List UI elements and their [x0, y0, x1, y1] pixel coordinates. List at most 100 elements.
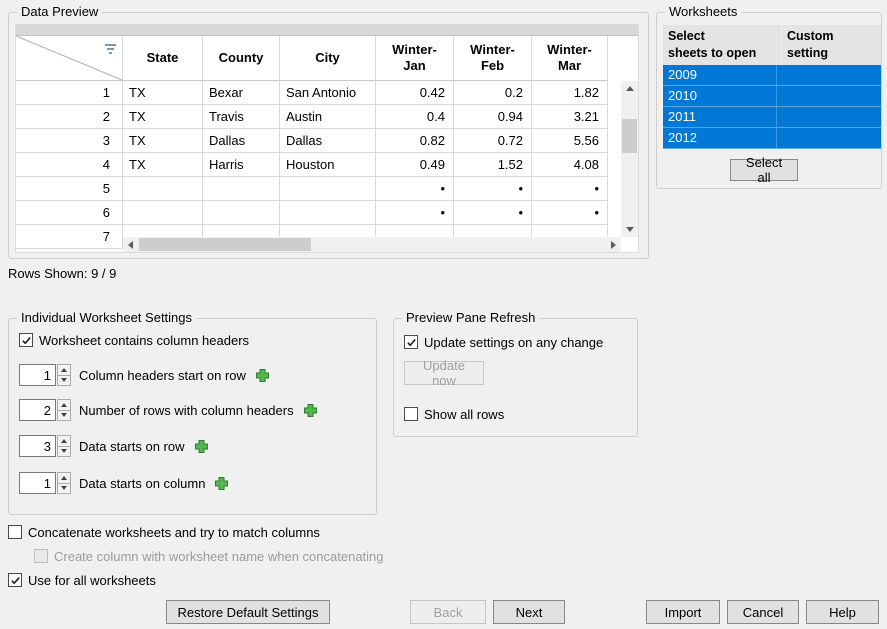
cell: 0.2 [454, 81, 532, 105]
worksheet-contains-headers-checkbox[interactable] [19, 333, 33, 347]
refresh-title: Preview Pane Refresh [402, 310, 539, 326]
column-header-winter-feb: Winter-Feb [454, 36, 532, 81]
cell: Dallas [280, 129, 376, 153]
table-row: 4 TX Harris Houston 0.49 1.52 4.08 [16, 153, 608, 177]
use-for-all-worksheets-checkbox[interactable] [8, 573, 22, 587]
cell: 3.21 [532, 105, 608, 129]
add-icon[interactable] [193, 438, 210, 455]
cell: 0.42 [376, 81, 454, 105]
table-row: 3 TX Dallas Dallas 0.82 0.72 5.56 [16, 129, 608, 153]
create-column-checkbox [34, 549, 48, 563]
worksheet-item-2012[interactable]: 2012 [663, 128, 881, 149]
cell: • [454, 201, 532, 225]
show-all-rows-label: Show all rows [424, 407, 504, 422]
table-row: 5 • • • [16, 177, 608, 201]
spinner-down-button[interactable] [57, 376, 71, 387]
cell: Travis [203, 105, 280, 129]
worksheet-item-2011[interactable]: 2011 [663, 107, 881, 128]
table-top-strip [16, 25, 638, 36]
add-icon[interactable] [302, 402, 319, 419]
add-icon[interactable] [213, 475, 230, 492]
cell: • [376, 201, 454, 225]
show-all-rows-checkbox[interactable] [404, 407, 418, 421]
column-header-winter-jan: Winter-Jan [376, 36, 454, 81]
spinner-up-button[interactable] [57, 364, 71, 376]
worksheet-label: 2011 [668, 109, 696, 124]
worksheet-contains-headers-label: Worksheet contains column headers [39, 333, 249, 348]
data-start-column-label: Data starts on column [79, 476, 205, 491]
column-header-state: State [123, 36, 203, 81]
cell: San Antonio [280, 81, 376, 105]
spinner-input[interactable] [19, 364, 56, 386]
cell [123, 201, 203, 225]
scroll-left-button[interactable] [123, 237, 138, 252]
row-number-cell: 1 [16, 81, 123, 105]
scroll-down-button[interactable] [622, 222, 637, 237]
create-column-label: Create column with worksheet name when c… [54, 549, 384, 564]
worksheet-item-2009[interactable]: 2009 [663, 65, 881, 86]
cell: 0.82 [376, 129, 454, 153]
row-number-cell: 3 [16, 129, 123, 153]
data-start-column-spinner[interactable] [19, 472, 71, 494]
cell: 0.49 [376, 153, 454, 177]
use-for-all-worksheets-label: Use for all worksheets [28, 573, 156, 588]
restore-default-settings-button[interactable]: Restore Default Settings [166, 600, 330, 624]
column-headers-start-row-label: Column headers start on row [79, 368, 246, 383]
spinner-up-button[interactable] [57, 399, 71, 411]
cell: 0.72 [454, 129, 532, 153]
cell: • [532, 201, 608, 225]
vertical-scrollbar[interactable] [621, 81, 638, 237]
cell [280, 177, 376, 201]
horizontal-scrollbar[interactable] [123, 237, 621, 252]
spinner-up-button[interactable] [57, 472, 71, 484]
spinner-input[interactable] [19, 472, 56, 494]
concatenate-worksheets-checkbox[interactable] [8, 525, 22, 539]
preview-pane-refresh-group: Preview Pane Refresh Update settings on … [393, 318, 638, 437]
table-row: 2 TX Travis Austin 0.4 0.94 3.21 [16, 105, 608, 129]
worksheet-label: 2009 [668, 67, 697, 82]
table-corner-cell [16, 36, 123, 81]
scroll-right-button[interactable] [606, 237, 621, 252]
import-button[interactable]: Import [646, 600, 720, 624]
spinner-input[interactable] [19, 399, 56, 421]
spinner-up-button[interactable] [57, 435, 71, 447]
column-filter-icon[interactable] [104, 43, 117, 55]
scroll-up-button[interactable] [622, 81, 637, 96]
update-now-button[interactable]: Update now [404, 361, 484, 385]
worksheets-title: Worksheets [665, 4, 741, 20]
spinner-input[interactable] [19, 435, 56, 457]
cell: TX [123, 153, 203, 177]
update-on-change-checkbox[interactable] [404, 335, 418, 349]
worksheet-label: 2010 [668, 88, 697, 103]
add-icon[interactable] [254, 367, 271, 384]
cell: Harris [203, 153, 280, 177]
preview-table: State County City Winter-Jan Winter-Feb … [15, 24, 639, 253]
help-button[interactable]: Help [806, 600, 879, 624]
header-rows-count-spinner[interactable] [19, 399, 71, 421]
table-row: 6 • • • [16, 201, 608, 225]
worksheet-item-2010[interactable]: 2010 [663, 86, 881, 107]
column-headers-start-row-spinner[interactable] [19, 364, 71, 386]
worksheets-list-header: Select sheets to open Custom setting [663, 25, 881, 65]
cell [123, 177, 203, 201]
spinner-down-button[interactable] [57, 411, 71, 422]
custom-setting-header: Custom setting [781, 25, 881, 65]
next-button[interactable]: Next [493, 600, 565, 624]
column-header-county: County [203, 36, 280, 81]
cell: TX [123, 81, 203, 105]
cell: 0.94 [454, 105, 532, 129]
vertical-scrollbar-thumb[interactable] [622, 119, 637, 153]
select-all-button[interactable]: Select all [730, 159, 798, 181]
back-button[interactable]: Back [410, 600, 486, 624]
update-on-change-label: Update settings on any change [424, 335, 603, 350]
column-header-winter-mar: Winter-Mar [532, 36, 608, 81]
concatenate-worksheets-label: Concatenate worksheets and try to match … [28, 525, 320, 540]
cell: 4.08 [532, 153, 608, 177]
row-number-cell: 5 [16, 177, 123, 201]
cell: 5.56 [532, 129, 608, 153]
spinner-down-button[interactable] [57, 447, 71, 458]
data-start-row-spinner[interactable] [19, 435, 71, 457]
cancel-button[interactable]: Cancel [727, 600, 799, 624]
horizontal-scrollbar-thumb[interactable] [139, 238, 311, 251]
spinner-down-button[interactable] [57, 484, 71, 495]
